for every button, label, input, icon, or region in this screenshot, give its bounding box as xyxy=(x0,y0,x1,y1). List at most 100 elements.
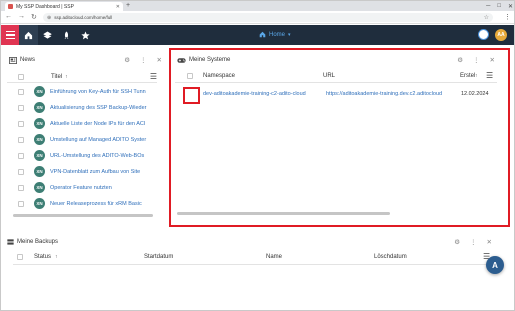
list-item[interactable]: XN URL-Umstellung des ADITO-Web-BOs xyxy=(7,149,157,162)
column-status[interactable]: Status xyxy=(34,254,51,260)
column-url[interactable]: URL xyxy=(323,73,335,79)
browser-menu-icon[interactable]: ⋮ xyxy=(504,13,511,21)
list-item[interactable]: XN Umstellung auf Managed ADITO Syster xyxy=(7,133,157,146)
news-title[interactable]: Umstellung auf Managed ADITO Syster xyxy=(50,137,146,143)
list-item[interactable]: XN Aktuelle Liste der Node IPs für den AC… xyxy=(7,117,157,130)
rocket-icon[interactable] xyxy=(57,25,76,45)
column-menu-icon[interactable]: ☰ xyxy=(150,72,157,81)
home-dropdown[interactable]: Home ▾ xyxy=(259,31,291,38)
backups-panel-actions: ⚙ ⋮ ✕ xyxy=(454,238,492,246)
list-item[interactable]: XN Operator Feature nutzten xyxy=(7,181,157,194)
browser-tab[interactable]: My SSP Dashboard | SSP ✕ xyxy=(5,2,123,11)
settings-gear-icon[interactable]: ⚙ xyxy=(457,56,463,64)
news-title[interactable]: Aktualisierung des SSP Backup-Wieder xyxy=(50,105,147,111)
systems-panel: Meine Systeme ⚙ ⋮ ✕ Namespace URL Erstel… xyxy=(175,51,505,219)
namespace-cell[interactable]: dev-aditoakademie-training-c2-adito-clou… xyxy=(203,91,306,97)
column-name[interactable]: Name xyxy=(266,254,282,260)
favicon-icon xyxy=(8,4,13,9)
news-badge: XN xyxy=(34,198,45,209)
layers-icon[interactable] xyxy=(38,25,57,45)
row-checkbox[interactable] xyxy=(18,136,24,143)
divider xyxy=(175,82,497,83)
systems-table-header: Namespace URL Erstel ↑ ☰ xyxy=(175,71,505,82)
select-all-checkbox[interactable] xyxy=(18,73,24,80)
browser-toolbar: ← → ↻ ⊕ ssp.aditocloud.com/home/full ☆ ⋮ xyxy=(1,11,514,24)
column-menu-icon[interactable]: ☰ xyxy=(486,71,493,80)
close-icon[interactable]: ✕ xyxy=(490,56,495,64)
table-row[interactable]: dev-aditoakademie-training-c2-adito-clou… xyxy=(175,87,505,104)
sort-arrow-icon[interactable]: ↑ xyxy=(475,73,478,79)
row-checkbox[interactable] xyxy=(18,120,24,127)
backups-table-header: Status ↑ Startdatum Name Löschdatum ☰ xyxy=(1,252,514,263)
row-checkbox[interactable] xyxy=(18,200,24,207)
address-bar[interactable]: ⊕ ssp.aditocloud.com/home/full ☆ xyxy=(43,13,493,22)
browser-tab-strip: My SSP Dashboard | SSP ✕ + ─ □ ✕ xyxy=(1,1,514,11)
close-window-button[interactable]: ✕ xyxy=(508,3,513,10)
list-item[interactable]: XN Aktualisierung des SSP Backup-Wieder xyxy=(7,101,157,114)
news-panel: News ⚙ ⋮ ✕ Titel ↑ ☰ XN Einführung von Ke… xyxy=(7,51,164,221)
more-vert-icon[interactable]: ⋮ xyxy=(473,56,480,64)
row-checkbox[interactable] xyxy=(18,168,24,175)
column-created[interactable]: Erstel xyxy=(460,73,475,79)
select-all-checkbox[interactable] xyxy=(17,254,23,260)
news-title[interactable]: URL-Umstellung des ADITO-Web-BOs xyxy=(50,153,144,159)
more-vert-icon[interactable]: ⋮ xyxy=(470,238,477,246)
close-icon[interactable]: ✕ xyxy=(487,238,492,246)
url-cell[interactable]: https://aditoakademie-training.dev.c2.ad… xyxy=(326,91,442,97)
sort-arrow-icon[interactable]: ↑ xyxy=(55,254,58,260)
maximize-button[interactable]: □ xyxy=(497,3,501,9)
news-panel-actions: ⚙ ⋮ ✕ xyxy=(124,56,162,64)
row-checkbox[interactable] xyxy=(18,88,24,95)
bookmark-star-icon[interactable]: ☆ xyxy=(484,14,489,21)
site-info-icon[interactable]: ⊕ xyxy=(47,15,51,21)
back-icon[interactable]: ← xyxy=(5,13,12,21)
close-tab-icon[interactable]: ✕ xyxy=(116,4,120,10)
list-item[interactable]: XN Neuer Releaseprozess für xRM Basic xyxy=(7,197,157,210)
settings-gear-icon[interactable]: ⚙ xyxy=(454,238,460,246)
avatar[interactable]: AA xyxy=(495,29,507,41)
news-title[interactable]: Neuer Releaseprozess für xRM Basic xyxy=(50,201,142,207)
column-deletedate[interactable]: Löschdatum xyxy=(374,254,407,260)
column-title[interactable]: Titel xyxy=(51,74,62,80)
backup-icon xyxy=(7,238,14,245)
row-checkbox[interactable] xyxy=(18,152,24,159)
news-title[interactable]: Aktuelle Liste der Node IPs für den ACI xyxy=(50,121,145,127)
floating-action-button[interactable]: A xyxy=(486,256,504,274)
sort-arrow-icon[interactable]: ↑ xyxy=(65,74,68,80)
row-checkbox[interactable] xyxy=(18,184,24,191)
forward-icon[interactable]: → xyxy=(18,13,25,21)
systems-scrollbar[interactable] xyxy=(177,212,390,215)
app-header: Home ▾ AA xyxy=(1,25,514,45)
fab-label: A xyxy=(492,260,498,270)
home-icon xyxy=(259,31,266,38)
settings-gear-icon[interactable]: ⚙ xyxy=(124,56,130,64)
chevron-down-icon: ▾ xyxy=(288,31,291,38)
dashboard-home-icon[interactable] xyxy=(19,25,38,45)
column-namespace[interactable]: Namespace xyxy=(203,73,235,79)
news-title[interactable]: Operator Feature nutzten xyxy=(50,185,112,191)
news-table-header: Titel ↑ ☰ xyxy=(7,71,157,82)
hamburger-menu-button[interactable] xyxy=(1,25,19,45)
news-list: XN Einführung von Key-Auth für SSH Tunn X… xyxy=(7,85,159,213)
list-item[interactable]: XN VPN-Datenblatt zum Aufbau von Site xyxy=(7,165,157,178)
clock-icon[interactable] xyxy=(478,29,489,40)
news-icon xyxy=(9,56,17,64)
minimize-button[interactable]: ─ xyxy=(486,3,490,9)
row-checkbox[interactable] xyxy=(18,104,24,111)
reload-icon[interactable]: ↻ xyxy=(31,13,37,21)
browser-tab-title: My SSP Dashboard | SSP xyxy=(16,3,74,10)
news-title[interactable]: VPN-Datenblatt zum Aufbau von Site xyxy=(50,169,140,175)
address-text: ssp.aditocloud.com/home/full xyxy=(54,15,113,20)
new-tab-button[interactable]: + xyxy=(126,2,130,9)
list-item[interactable]: XN Einführung von Key-Auth für SSH Tunn xyxy=(7,85,157,98)
close-icon[interactable]: ✕ xyxy=(157,56,162,64)
news-scrollbar[interactable] xyxy=(13,214,153,217)
favorites-star-icon[interactable] xyxy=(76,25,95,45)
select-all-checkbox[interactable] xyxy=(187,73,193,79)
systems-panel-title: Meine Systeme xyxy=(189,57,231,63)
row-checkbox[interactable] xyxy=(183,87,200,104)
more-vert-icon[interactable]: ⋮ xyxy=(140,56,147,64)
news-title[interactable]: Einführung von Key-Auth für SSH Tunn xyxy=(50,89,146,95)
column-startdate[interactable]: Startdatum xyxy=(144,254,173,260)
systems-panel-actions: ⚙ ⋮ ✕ xyxy=(457,56,495,64)
